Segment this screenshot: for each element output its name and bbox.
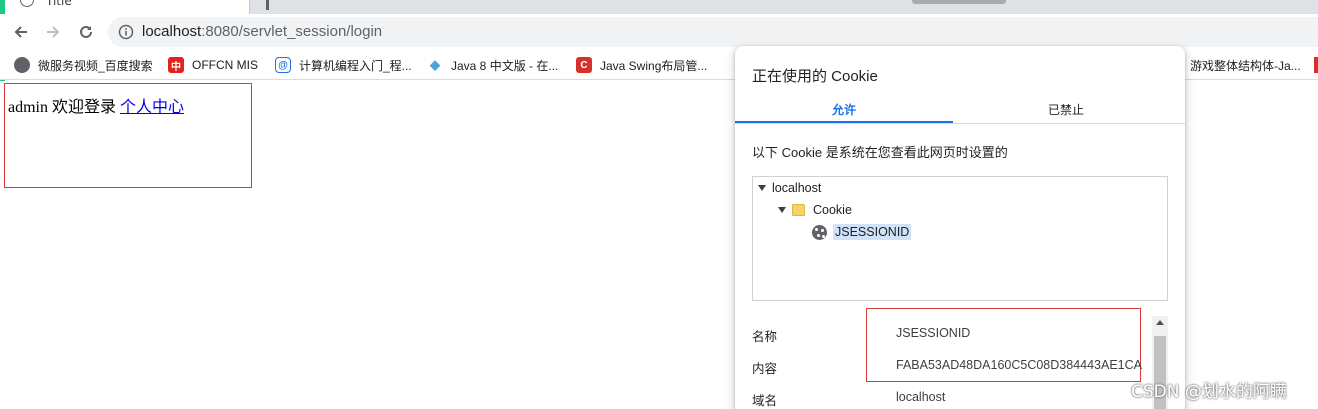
profile-link[interactable]: 个人中心	[120, 99, 184, 116]
folder-icon	[792, 204, 805, 216]
tree-node-label: localhost	[772, 181, 822, 195]
bookmark-label: 计算机编程入门_程...	[299, 58, 412, 73]
forward-button[interactable]	[41, 20, 65, 44]
browser-toolbar: localhost:8080/servlet_session/login	[0, 14, 1318, 50]
bookmark-item[interactable]: C Java Swing布局管...	[576, 57, 707, 73]
detail-label-content: 内容	[752, 362, 778, 376]
bookmark-item[interactable]: 中 OFFCN MIS	[168, 57, 258, 73]
bookmark-icon[interactable]	[1314, 57, 1318, 73]
dialog-title: 正在使用的 Cookie	[752, 68, 878, 85]
arrow-right-icon	[47, 26, 60, 38]
bookmark-item[interactable]: @ 计算机编程入门_程...	[275, 57, 412, 73]
cookie-tree[interactable]: localhost Cookie JSESSIONID	[752, 176, 1168, 301]
cookie-dialog: 正在使用的 Cookie 允许 已禁止 以下 Cookie 是系统在您查看此网页…	[735, 46, 1185, 409]
url-text[interactable]: localhost:8080/servlet_session/login	[142, 23, 382, 40]
welcome-text: admin 欢迎登录	[8, 99, 120, 116]
detail-label-domain: 域名	[752, 394, 778, 408]
active-tab[interactable]: Title	[0, 0, 250, 14]
dialog-description: 以下 Cookie 是系统在您查看此网页时设置的	[752, 145, 1008, 160]
globe-icon	[14, 57, 30, 73]
at-sign-icon: @	[275, 57, 291, 73]
reload-icon	[80, 25, 92, 38]
tree-node-label: Cookie	[813, 203, 852, 217]
detail-value-domain: localhost	[896, 390, 946, 404]
detail-value-content: FABA53AD48DA160C5C08D384443AE1CA	[896, 358, 1142, 372]
arrow-left-icon	[14, 26, 27, 38]
tree-node-cookie[interactable]: JSESSIONID	[812, 223, 912, 241]
detail-label-name: 名称	[752, 330, 778, 344]
reload-button[interactable]	[74, 20, 98, 44]
tab-strip: Title	[0, 0, 1318, 14]
bookmark-label: 游戏整体结构体-Ja...	[1190, 58, 1301, 73]
back-button[interactable]	[9, 20, 33, 44]
bookmark-item[interactable]: 微服务视频_百度搜索	[14, 57, 153, 73]
cookie-icon	[812, 224, 827, 240]
info-icon[interactable]	[118, 24, 134, 40]
bookmark-label: Java 8 中文版 - 在...	[451, 58, 559, 73]
detail-value-name: JSESSIONID	[896, 326, 971, 340]
tab-divider	[735, 123, 1185, 124]
bookmark-label: OFFCN MIS	[192, 58, 258, 72]
welcome-message: admin 欢迎登录 个人中心	[8, 93, 184, 117]
tree-node-label: JSESSIONID	[833, 224, 912, 240]
url-path: :8080/servlet_session/login	[201, 23, 383, 40]
tree-node-site[interactable]: localhost	[758, 179, 821, 197]
address-bar[interactable]: localhost:8080/servlet_session/login	[108, 17, 1318, 47]
offcn-logo-icon: 中	[168, 57, 184, 73]
url-host: localhost	[142, 23, 202, 40]
bookmark-item[interactable]: ◆ Java 8 中文版 - 在...	[427, 57, 558, 73]
tab-blocked[interactable]: 已禁止	[957, 101, 1175, 125]
watermark: CSDN @划水的阿瞒	[1131, 382, 1287, 402]
globe-icon	[20, 0, 34, 7]
expand-triangle-icon[interactable]	[778, 207, 786, 213]
tree-node-folder[interactable]: Cookie	[778, 201, 852, 219]
expand-triangle-icon[interactable]	[758, 185, 766, 191]
next-tab-edge[interactable]	[266, 0, 269, 10]
bookmark-item[interactable]: 游戏整体结构体-Ja...	[1190, 57, 1301, 73]
bookmark-label: Java Swing布局管...	[600, 58, 708, 73]
window-drag-handle[interactable]	[912, 0, 1006, 4]
csdn-c-icon: C	[576, 57, 592, 73]
scroll-up-arrow-icon[interactable]	[1156, 320, 1164, 325]
bookmark-label: 微服务视频_百度搜索	[38, 58, 153, 73]
runoob-icon: ◆	[427, 57, 443, 73]
tab-title: Title	[46, 0, 72, 8]
